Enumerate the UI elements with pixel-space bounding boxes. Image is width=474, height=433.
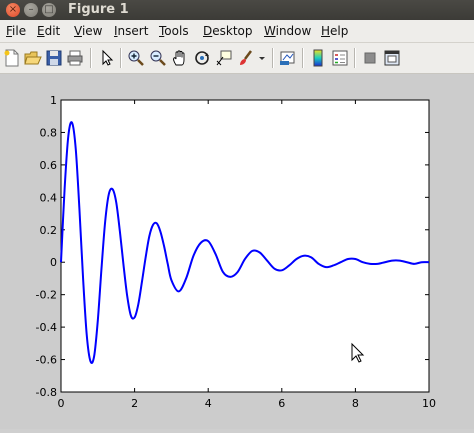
data-cursor-icon[interactable] <box>215 49 233 67</box>
x-tick-label: 2 <box>131 397 138 410</box>
maximize-window-button[interactable]: □ <box>42 3 56 17</box>
y-tick-label: 0.2 <box>40 224 58 237</box>
menu-insert[interactable]: Insert <box>114 24 148 38</box>
close-window-button[interactable]: × <box>6 3 20 17</box>
zoom-out-icon[interactable] <box>149 49 167 67</box>
figure-toolbar <box>0 43 474 74</box>
y-tick-label: -0.2 <box>36 289 57 302</box>
y-tick-label: -0.4 <box>36 321 57 334</box>
window-titlebar[interactable]: × – □ Figure 1 <box>0 0 474 20</box>
menu-edit-label: dit <box>44 24 61 38</box>
menu-view-mnemonic: V <box>74 24 82 38</box>
window-title: Figure 1 <box>68 2 129 17</box>
hide-plot-tools-icon[interactable] <box>361 49 379 67</box>
toolbar-separator <box>90 48 92 68</box>
legend-icon[interactable] <box>331 49 349 67</box>
menu-edit-mnemonic: E <box>37 24 45 38</box>
save-icon[interactable] <box>45 49 63 67</box>
menu-file[interactable]: File <box>6 24 26 38</box>
menu-tools[interactable]: Tools <box>159 24 189 38</box>
menu-tools-label: ools <box>164 24 189 38</box>
menu-help-mnemonic: H <box>321 24 331 38</box>
x-tick-label: 4 <box>205 397 212 410</box>
show-plot-tools-icon[interactable] <box>383 49 401 67</box>
brush-icon[interactable] <box>237 49 255 67</box>
y-tick-label: 1 <box>50 94 57 107</box>
menu-edit[interactable]: Edit <box>37 24 60 38</box>
menu-help-label: elp <box>330 24 349 38</box>
dropdown-arrow-icon[interactable] <box>258 49 266 67</box>
y-tick-label: 0.8 <box>40 126 58 139</box>
menu-desktop-label: esktop <box>212 24 253 38</box>
y-tick-label: -0.6 <box>36 354 57 367</box>
menu-file-label: ile <box>12 24 27 38</box>
menu-window[interactable]: Window <box>264 24 311 38</box>
toolbar-separator <box>272 48 274 68</box>
x-tick-label: 10 <box>422 397 436 410</box>
open-file-icon[interactable] <box>24 49 42 67</box>
menu-window-mnemonic: W <box>264 24 276 38</box>
menu-insert-label: nsert <box>117 24 149 38</box>
menu-help[interactable]: Help <box>321 24 348 38</box>
toolbar-separator <box>120 48 122 68</box>
menu-window-label: indow <box>275 24 312 38</box>
plot-area <box>60 99 430 393</box>
y-tick-label: 0.6 <box>40 159 58 172</box>
colorbar-icon[interactable] <box>309 49 327 67</box>
pointer-icon[interactable] <box>98 49 116 67</box>
print-icon[interactable] <box>66 49 84 67</box>
x-tick-label: 0 <box>58 397 65 410</box>
y-tick-label: 0.4 <box>40 191 58 204</box>
menubar: File Edit View Insert Tools Desktop Wind… <box>0 20 474 43</box>
x-tick-label: 6 <box>278 397 285 410</box>
plot-svg[interactable]: 0 2 4 6 8 10 -0.8 -0.6 -0.4 -0.2 0 0.2 0.4 0.6 0.8 1 <box>0 74 474 429</box>
link-plot-icon[interactable] <box>279 49 297 67</box>
menu-view[interactable]: View <box>74 24 102 38</box>
figure-canvas[interactable]: 0 2 4 6 8 10 -0.8 -0.6 -0.4 -0.2 0 0.2 0.4 0.6 0.8 1 <box>0 74 474 429</box>
menu-desktop[interactable]: Desktop <box>203 24 253 38</box>
pan-icon[interactable] <box>171 49 189 67</box>
rotate-3d-icon[interactable] <box>193 49 211 67</box>
plot-axes: 0 2 4 6 8 10 -0.8 -0.6 -0.4 -0.2 0 0.2 0.4 0.6 0.8 1 <box>36 94 436 410</box>
toolbar-separator <box>302 48 304 68</box>
x-tick-label: 8 <box>352 397 359 410</box>
toolbar-separator <box>354 48 356 68</box>
new-figure-icon[interactable] <box>3 49 21 67</box>
zoom-in-icon[interactable] <box>127 49 145 67</box>
minimize-window-button[interactable]: – <box>24 3 38 17</box>
y-tick-label: -0.8 <box>36 386 57 399</box>
menu-desktop-mnemonic: D <box>203 24 213 38</box>
menu-view-label: iew <box>81 24 103 38</box>
y-tick-label: 0 <box>50 256 57 269</box>
